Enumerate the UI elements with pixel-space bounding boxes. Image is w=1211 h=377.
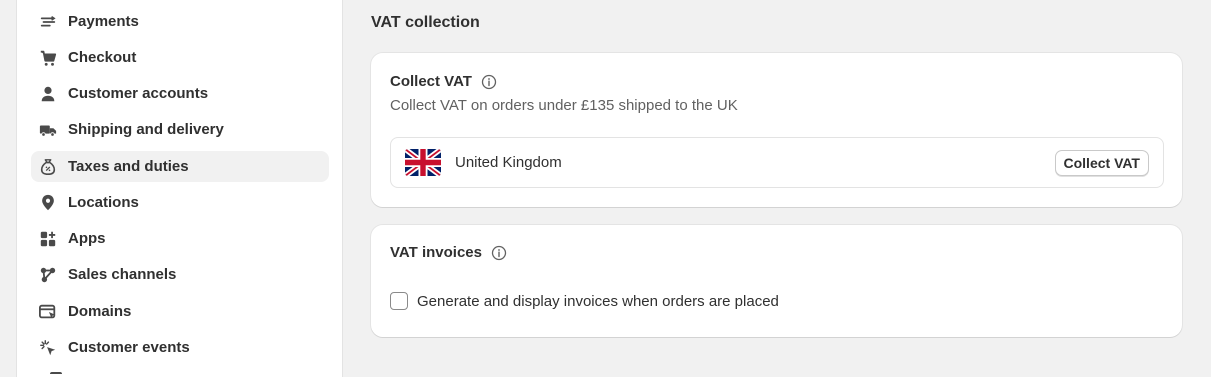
sidebar-item-label: Shipping and delivery (68, 121, 224, 138)
domains-icon (37, 301, 59, 323)
sidebar-next-item-icon (50, 372, 62, 377)
sidebar-item-label: Locations (68, 194, 139, 211)
collect-vat-heading: Collect VAT (390, 73, 497, 90)
payments-icon (37, 11, 59, 33)
collect-vat-button[interactable]: Collect VAT (1054, 150, 1149, 176)
sidebar-item-customer-accounts[interactable]: Customer accounts (31, 78, 329, 109)
sidebar-item-taxes[interactable]: Taxes and duties (31, 151, 329, 182)
generate-invoices-label[interactable]: Generate and display invoices when order… (417, 293, 779, 310)
sidebar-item-label: Taxes and duties (68, 158, 189, 175)
generate-invoices-checkbox[interactable] (390, 292, 408, 310)
settings-sidebar: Payments Checkout Customer accounts Ship… (16, 0, 343, 377)
sidebar-item-label: Customer accounts (68, 85, 209, 102)
sidebar-item-locations[interactable]: Locations (31, 187, 329, 218)
apps-icon (37, 228, 59, 250)
uk-flag-icon (405, 149, 441, 176)
sidebar-item-label: Payments (68, 13, 139, 30)
tax-bag-icon (37, 156, 59, 178)
section-title: VAT collection (371, 14, 480, 31)
country-row: United Kingdom Collect VAT (390, 137, 1164, 188)
cursor-click-icon (37, 337, 59, 359)
sidebar-item-label: Apps (68, 230, 106, 247)
sidebar-item-domains[interactable]: Domains (31, 296, 329, 327)
vat-invoices-card: VAT invoices Generate and display invoic… (371, 225, 1182, 337)
country-name: United Kingdom (455, 154, 562, 171)
card-heading-text: Collect VAT (390, 73, 472, 90)
sidebar-item-label: Customer events (68, 339, 190, 356)
person-icon (37, 83, 59, 105)
truck-icon (37, 119, 59, 141)
info-icon[interactable] (491, 245, 507, 261)
sidebar-item-label: Sales channels (68, 266, 177, 283)
invoice-checkbox-row[interactable]: Generate and display invoices when order… (390, 292, 779, 310)
info-icon[interactable] (481, 74, 497, 90)
card-heading-text: VAT invoices (390, 244, 482, 261)
sidebar-item-label: Domains (68, 303, 132, 320)
sidebar-item-shipping[interactable]: Shipping and delivery (31, 114, 329, 145)
location-pin-icon (37, 192, 59, 214)
collect-vat-card: Collect VAT Collect VAT on orders under … (371, 53, 1182, 207)
collect-vat-description: Collect VAT on orders under £135 shipped… (390, 97, 738, 114)
sales-channels-icon (37, 264, 59, 286)
sidebar-item-payments[interactable]: Payments (31, 6, 329, 37)
vat-invoices-heading: VAT invoices (390, 244, 507, 261)
sidebar-item-sales-channels[interactable]: Sales channels (31, 259, 329, 290)
sidebar-item-checkout[interactable]: Checkout (31, 42, 329, 73)
sidebar-item-customer-events[interactable]: Customer events (31, 332, 329, 363)
sidebar-item-label: Checkout (68, 49, 137, 66)
sidebar-item-apps[interactable]: Apps (31, 223, 329, 254)
cart-icon (37, 47, 59, 69)
